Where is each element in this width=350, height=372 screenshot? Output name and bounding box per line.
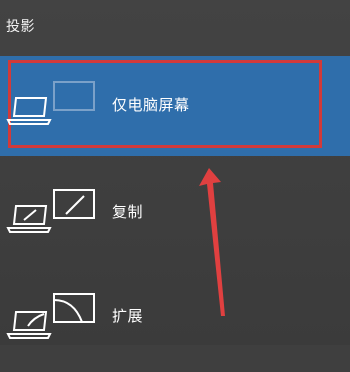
option-duplicate[interactable]: 复制 bbox=[0, 164, 350, 264]
option-label: 复制 bbox=[112, 203, 144, 221]
panel-title: 投影 bbox=[6, 19, 35, 35]
option-pc-screen-only[interactable]: 仅电脑屏幕 bbox=[0, 56, 350, 156]
annotation-arrow-icon bbox=[199, 168, 225, 316]
option-extend[interactable]: 扩展 bbox=[0, 272, 350, 372]
pc-screen-only-icon bbox=[6, 76, 106, 136]
project-panel: 投影 仅电脑屏幕 复制 扩展 bbox=[0, 0, 350, 345]
option-label: 扩展 bbox=[112, 307, 144, 325]
extend-icon bbox=[6, 290, 106, 350]
duplicate-icon bbox=[6, 184, 106, 244]
option-label: 仅电脑屏幕 bbox=[112, 96, 190, 114]
